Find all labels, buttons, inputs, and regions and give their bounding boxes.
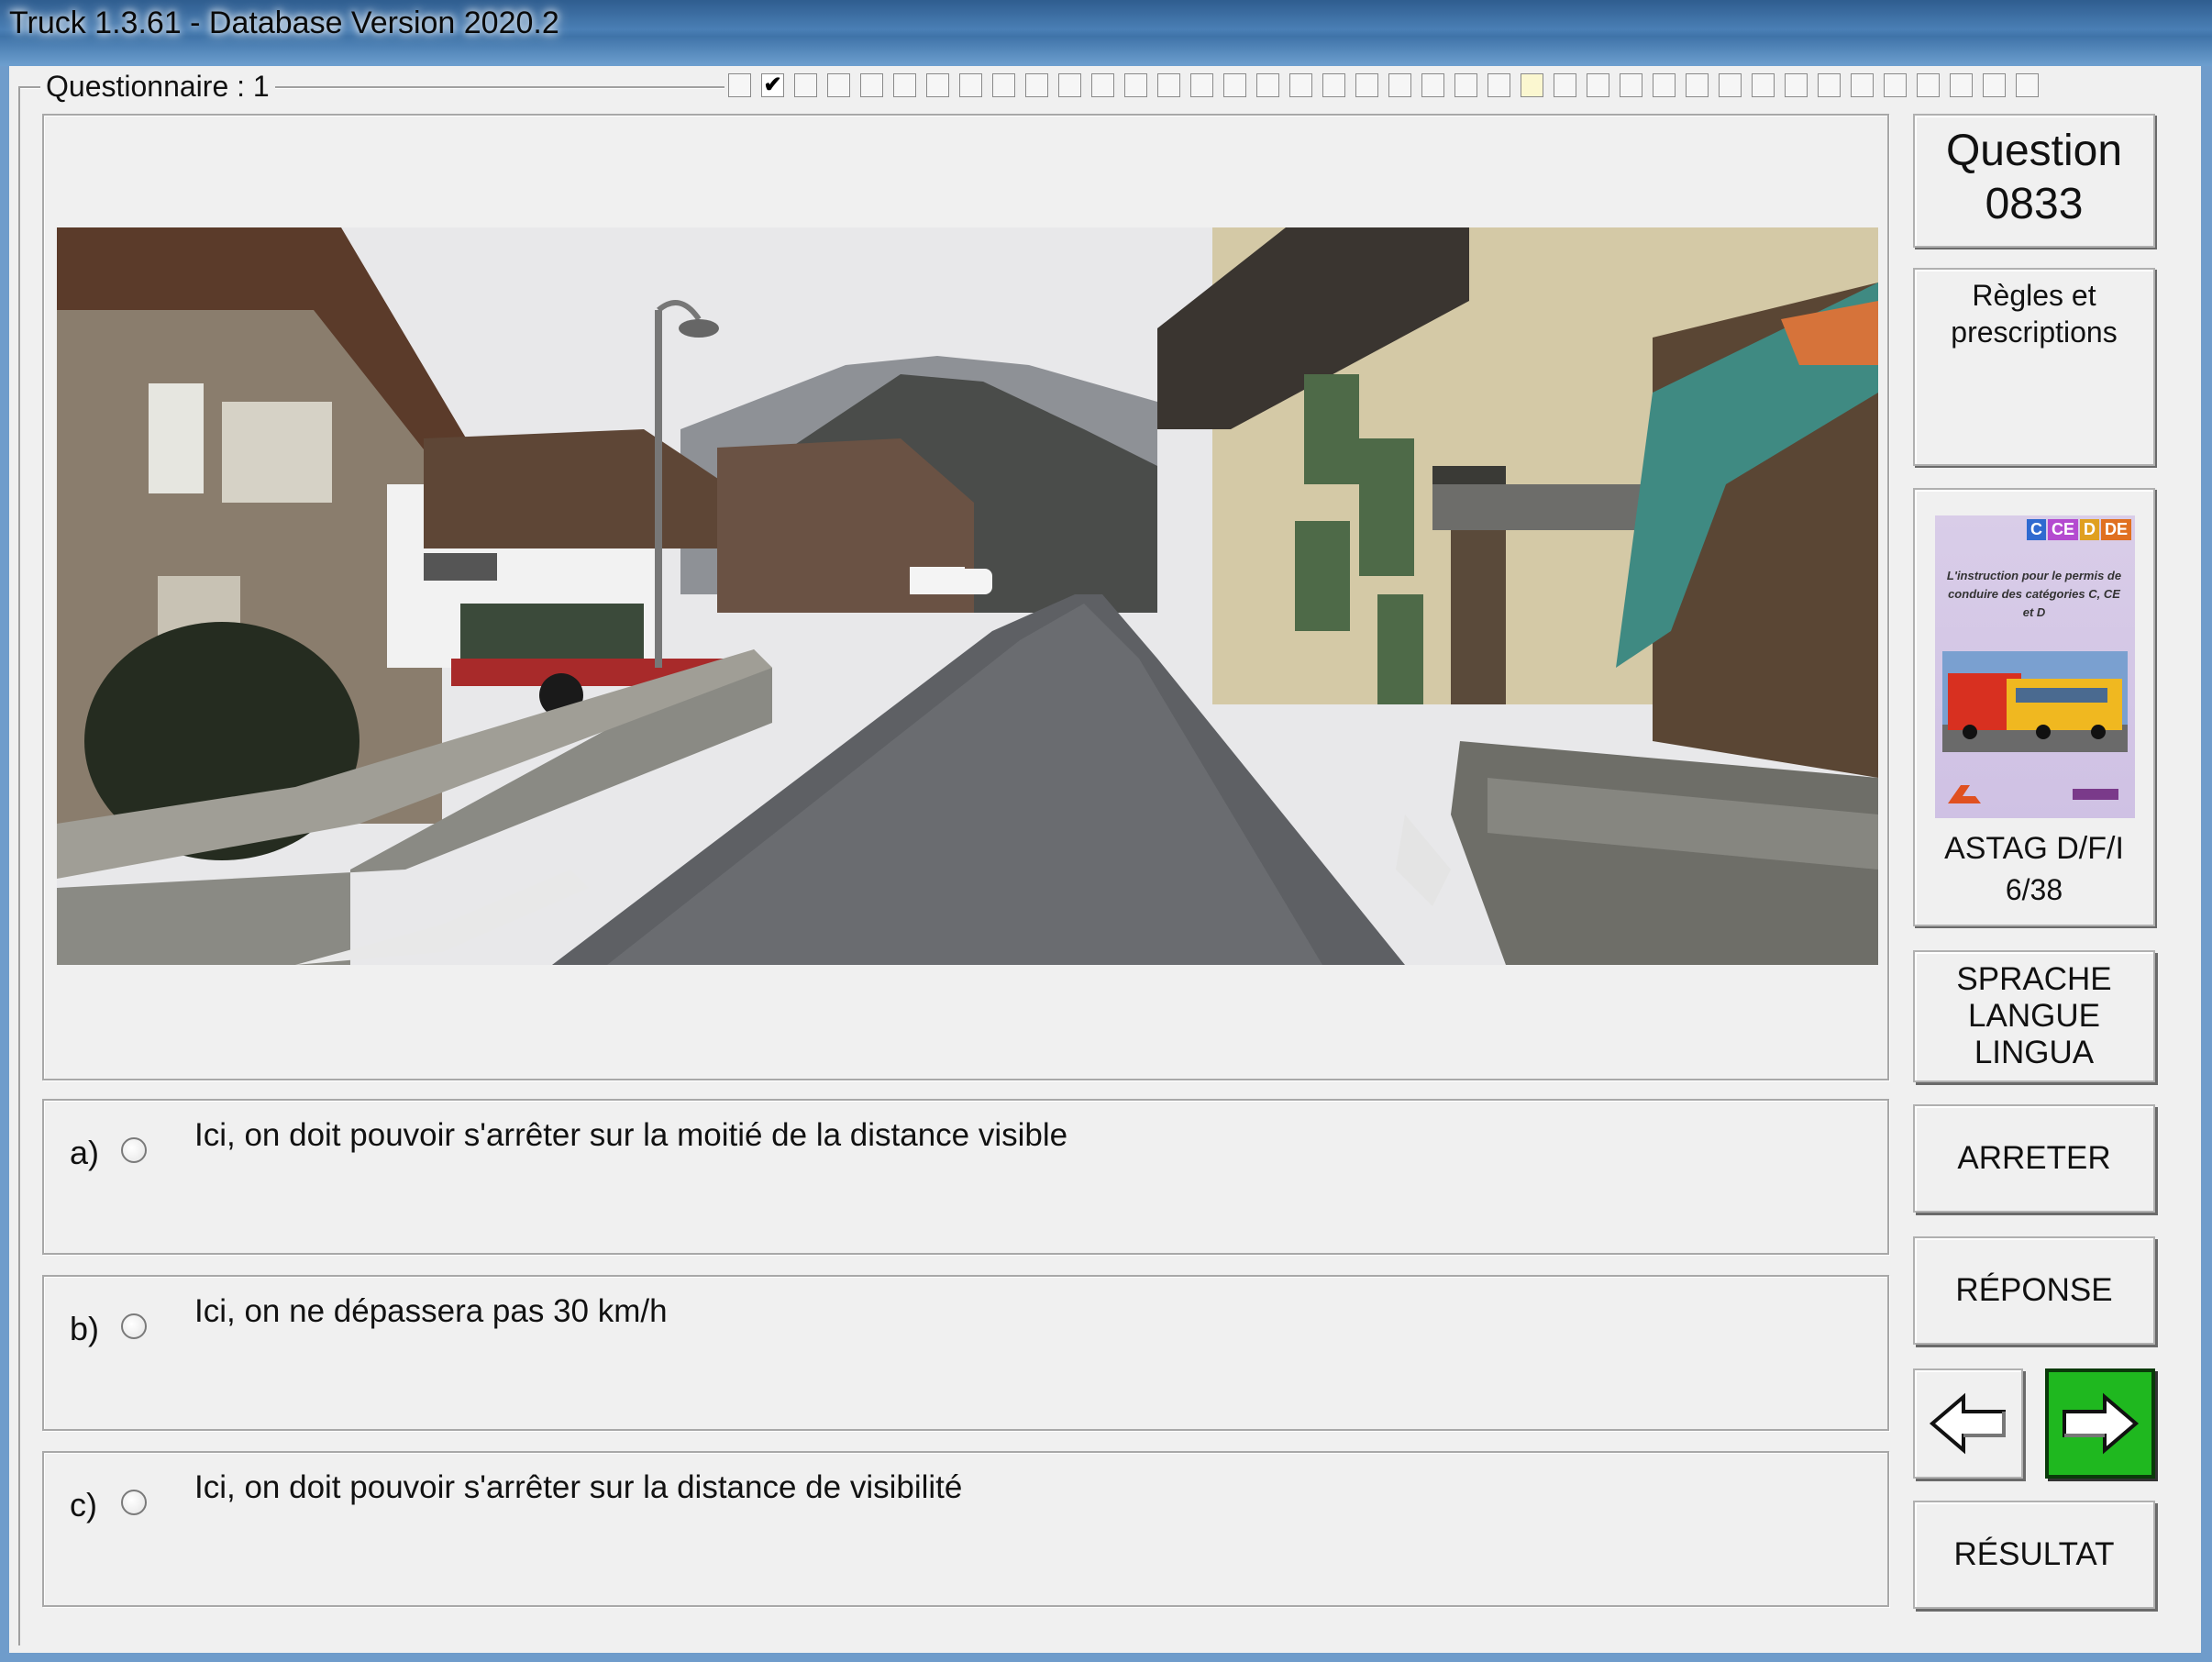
progress-box xyxy=(1785,73,1808,97)
progress-box xyxy=(1488,73,1510,97)
progress-box xyxy=(827,73,850,97)
answer-text: Ici, on ne dépassera pas 30 km/h xyxy=(194,1293,668,1329)
window-frame-bottom xyxy=(0,1653,2212,1662)
window-frame-right xyxy=(2201,66,2212,1662)
answer-text: Ici, on doit pouvoir s'arrêter sur la mo… xyxy=(194,1117,1068,1153)
tag-de: DE xyxy=(2100,519,2131,540)
book-cover-vehicles xyxy=(1942,651,2128,752)
progress-box xyxy=(1950,73,1973,97)
progress-box xyxy=(992,73,1015,97)
result-button[interactable]: RÉSULTAT xyxy=(1913,1501,2155,1609)
reference-caption: ASTAG D/F/I xyxy=(1944,831,2124,866)
tag-c: C xyxy=(2026,519,2046,540)
book-cover-image: C CE D DE L'instruction pour le permis d… xyxy=(1935,515,2135,818)
answer-letter: b) xyxy=(70,1310,100,1347)
progress-boxes: ✔ xyxy=(728,73,2039,101)
progress-box xyxy=(959,73,982,97)
progress-box xyxy=(1752,73,1775,97)
progress-box xyxy=(893,73,916,97)
progress-box xyxy=(1322,73,1345,97)
question-photo xyxy=(57,227,1878,965)
progress-box xyxy=(1157,73,1180,97)
progress-box xyxy=(1917,73,1940,97)
questionnaire-label: Questionnaire : 1 xyxy=(40,70,275,104)
progress-box xyxy=(1884,73,1907,97)
answer-row-c[interactable]: c) Ici, on doit pouvoir s'arrêter sur la… xyxy=(42,1451,1889,1607)
progress-box xyxy=(1587,73,1609,97)
answer-row-a[interactable]: a) Ici, on doit pouvoir s'arrêter sur la… xyxy=(42,1099,1889,1255)
progress-box xyxy=(1388,73,1411,97)
arrow-right-icon xyxy=(2063,1392,2140,1455)
answer-radio[interactable] xyxy=(121,1490,147,1515)
progress-box xyxy=(1355,73,1378,97)
progress-box xyxy=(1686,73,1709,97)
book-cover-blurb: L'instruction pour le permis de conduire… xyxy=(1946,569,2122,619)
progress-box xyxy=(1091,73,1114,97)
progress-box xyxy=(1058,73,1081,97)
progress-box xyxy=(794,73,817,97)
progress-box xyxy=(1851,73,1874,97)
progress-box xyxy=(1521,73,1543,97)
progress-box xyxy=(1421,73,1444,97)
answer-letter: c) xyxy=(70,1486,97,1524)
progress-box xyxy=(1190,73,1213,97)
progress-box xyxy=(1256,73,1279,97)
answer-button[interactable]: RÉPONSE xyxy=(1913,1236,2155,1345)
progress-box xyxy=(1554,73,1576,97)
tag-d: D xyxy=(2079,519,2099,540)
next-button[interactable] xyxy=(2045,1368,2155,1479)
answer-row-b[interactable]: b) Ici, on ne dépassera pas 30 km/h xyxy=(42,1275,1889,1431)
progress-box xyxy=(1454,73,1477,97)
progress-box xyxy=(2016,73,2039,97)
question-number: 0833 xyxy=(1985,180,2084,228)
window-title: Truck 1.3.61 - Database Version 2020.2 xyxy=(9,6,559,40)
group-border-left xyxy=(18,86,20,1645)
question-heading: Question xyxy=(1945,127,2123,175)
arrow-left-icon xyxy=(1929,1392,2006,1455)
answer-letter: a) xyxy=(70,1134,100,1171)
progress-box xyxy=(1620,73,1642,97)
answer-text: Ici, on doit pouvoir s'arrêter sur la di… xyxy=(194,1469,963,1505)
title-bar[interactable]: Truck 1.3.61 - Database Version 2020.2 xyxy=(0,0,2212,66)
progress-box xyxy=(926,73,949,97)
progress-box xyxy=(1653,73,1676,97)
progress-box xyxy=(860,73,883,97)
answer-radio[interactable] xyxy=(121,1137,147,1163)
topic-text: Règles et prescriptions xyxy=(1951,279,2118,349)
progress-box xyxy=(1124,73,1147,97)
stop-button[interactable]: ARRETER xyxy=(1913,1104,2155,1213)
window-frame-left xyxy=(0,66,9,1662)
question-number-box: Question 0833 xyxy=(1913,114,2155,248)
reference-book-box[interactable]: C CE D DE L'instruction pour le permis d… xyxy=(1913,488,2155,926)
previous-button[interactable] xyxy=(1913,1368,2023,1479)
progress-box xyxy=(1289,73,1312,97)
language-button[interactable]: SPRACHE LANGUE LINGUA xyxy=(1913,950,2155,1082)
progress-box xyxy=(1223,73,1246,97)
progress-box xyxy=(1719,73,1742,97)
progress-box xyxy=(1025,73,1048,97)
progress-box xyxy=(1983,73,2006,97)
progress-box xyxy=(1818,73,1841,97)
reference-pages: 6/38 xyxy=(2005,873,2063,906)
book-cover-tags: C CE D DE xyxy=(2026,519,2131,540)
progress-box xyxy=(728,73,751,97)
book-cover-logos xyxy=(1948,785,2118,803)
progress-box: ✔ xyxy=(761,73,784,97)
answer-radio[interactable] xyxy=(121,1313,147,1339)
question-topic: Règles et prescriptions xyxy=(1913,268,2155,466)
tag-ce: CE xyxy=(2047,519,2078,540)
